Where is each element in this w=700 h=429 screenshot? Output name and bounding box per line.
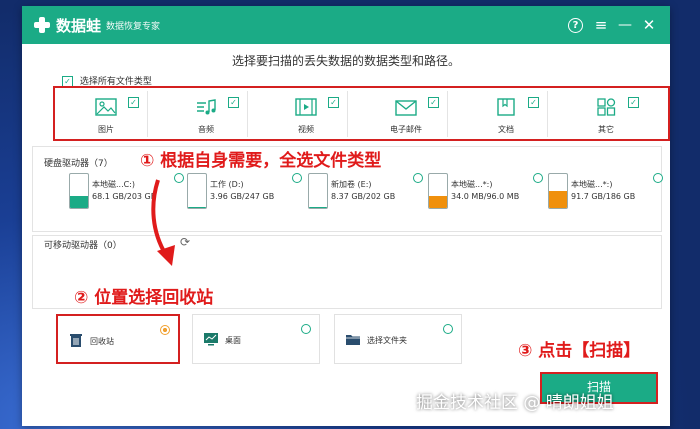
annotation-step-3: ③ 点击【扫描】 — [518, 341, 641, 361]
annotation-arrow — [151, 179, 175, 266]
watermark: 掘金技术社区 @ 晴朗姐姐 — [416, 393, 614, 413]
annotation-step-2: ② 位置选择回收站 — [74, 288, 214, 308]
annotation-step-1: ① 根据自身需要，全选文件类型 — [140, 151, 382, 171]
